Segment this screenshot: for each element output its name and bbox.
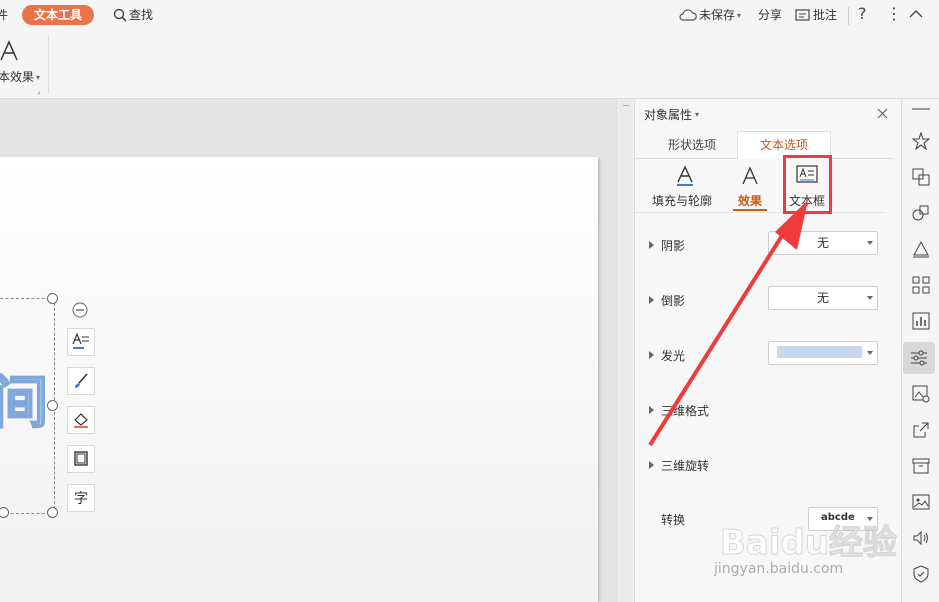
share-icon xyxy=(913,422,929,438)
sidebar-item-grid[interactable] xyxy=(909,273,933,297)
font-quick-button[interactable]: 字 xyxy=(67,484,95,512)
text-effect-label: 本效果 xyxy=(0,70,35,84)
share-button[interactable]: 分享 xyxy=(758,5,782,25)
right-sidebar xyxy=(901,99,939,602)
chart-icon xyxy=(912,312,930,330)
sidebar-item-share[interactable] xyxy=(909,418,933,442)
collapse-icon[interactable] xyxy=(72,302,88,318)
sidebar-item-picture-tools[interactable] xyxy=(909,382,933,406)
tab-shape-options[interactable]: 形状选项 xyxy=(655,132,729,158)
chevron-down-icon: ▾ xyxy=(695,110,700,119)
sidebar-item-replace[interactable] xyxy=(909,165,933,189)
comment-icon xyxy=(795,9,810,21)
sidebar-item-properties[interactable] xyxy=(903,342,935,374)
collapse-ribbon-icon[interactable] xyxy=(909,9,923,19)
sidebar-item-chart[interactable] xyxy=(909,309,933,333)
shield-icon xyxy=(913,565,929,583)
comment-button[interactable]: 批注 xyxy=(795,5,837,25)
chevron-down-icon xyxy=(867,296,873,300)
sidebar-item-archive[interactable] xyxy=(909,454,933,478)
help-icon[interactable]: ? xyxy=(858,4,867,23)
outline-quick-button[interactable] xyxy=(67,445,95,473)
picture-edit-icon xyxy=(912,385,930,403)
scrollbar[interactable] xyxy=(619,99,633,602)
row-transform-label: 转换 xyxy=(661,513,686,527)
unsaved-status[interactable]: 未保存 ▾ xyxy=(679,5,741,25)
divider xyxy=(848,7,849,25)
comment-label: 批注 xyxy=(813,8,838,22)
brush-icon xyxy=(75,373,88,388)
brush-quick-button[interactable] xyxy=(67,367,95,395)
close-icon[interactable] xyxy=(877,108,888,119)
annotation-arrow xyxy=(648,200,808,447)
chevron-down-icon: ▾ xyxy=(36,72,41,82)
panel-title[interactable]: 对象属性 ▾ xyxy=(644,106,699,123)
fill-bucket-icon xyxy=(74,413,88,428)
scroll-grip xyxy=(623,105,629,112)
text-fill-icon xyxy=(677,165,693,186)
properties-icon xyxy=(911,350,927,366)
replace-icon xyxy=(912,168,930,186)
more-icon[interactable]: ⋮ xyxy=(886,4,902,23)
text-format-icon xyxy=(72,333,89,349)
search-button[interactable]: 查找 xyxy=(113,5,153,25)
text-effect-icon[interactable] xyxy=(0,40,20,62)
ribbon: 本效果 ▾ ⌟ xyxy=(0,32,939,99)
panel-title-label: 对象属性 xyxy=(644,108,693,122)
unsaved-label: 未保存 xyxy=(699,8,736,22)
grid-icon xyxy=(912,276,930,294)
text-effect-icon xyxy=(742,166,758,185)
sidebar-item-shapes[interactable] xyxy=(909,201,933,225)
text-effect-button[interactable]: 本效果 ▾ xyxy=(0,67,40,87)
resize-handle[interactable] xyxy=(47,293,58,304)
star-icon xyxy=(912,132,930,150)
sidebar-item-image[interactable] xyxy=(909,490,933,514)
watermark-url: jingyan.baidu.com xyxy=(714,561,844,577)
title-bar: 件 文本工具 查找 未保存 ▾ 分享 批注 ? ⋮ xyxy=(0,0,939,32)
chevron-down-icon xyxy=(867,241,873,245)
sidebar-item-star[interactable] xyxy=(909,129,933,153)
sidebar-drag-handle[interactable] xyxy=(912,108,930,110)
text-format-quick-button[interactable] xyxy=(67,328,95,356)
chevron-down-icon xyxy=(867,351,873,355)
tab-text-tools[interactable]: 文本工具 xyxy=(22,5,95,25)
watermark-brand: Baidu经验 xyxy=(719,523,898,564)
search-icon xyxy=(113,8,127,22)
cloud-icon xyxy=(679,9,697,21)
archive-icon xyxy=(912,458,930,474)
sidebar-item-text-style[interactable] xyxy=(909,237,933,261)
row-3d-rotation-label: 三维旋转 xyxy=(661,459,710,473)
search-label: 查找 xyxy=(129,8,154,22)
divider xyxy=(48,36,49,94)
file-menu-partial[interactable]: 件 xyxy=(0,5,8,25)
font-char-icon: 字 xyxy=(74,491,88,507)
sidebar-item-audio[interactable] xyxy=(909,526,933,550)
image-icon xyxy=(912,494,930,510)
resize-handle[interactable] xyxy=(47,400,58,411)
expand-caret-icon xyxy=(649,461,654,469)
chevron-down-icon: ▾ xyxy=(737,10,742,20)
text-style-icon xyxy=(913,240,929,258)
speaker-icon xyxy=(913,530,928,546)
shapes-icon xyxy=(912,205,929,221)
resize-handle[interactable] xyxy=(47,507,58,518)
sidebar-item-shield[interactable] xyxy=(909,562,933,586)
fill-quick-button[interactable] xyxy=(67,406,95,434)
dialog-launcher-icon[interactable]: ⌟ xyxy=(37,86,41,95)
outline-icon xyxy=(74,451,88,466)
